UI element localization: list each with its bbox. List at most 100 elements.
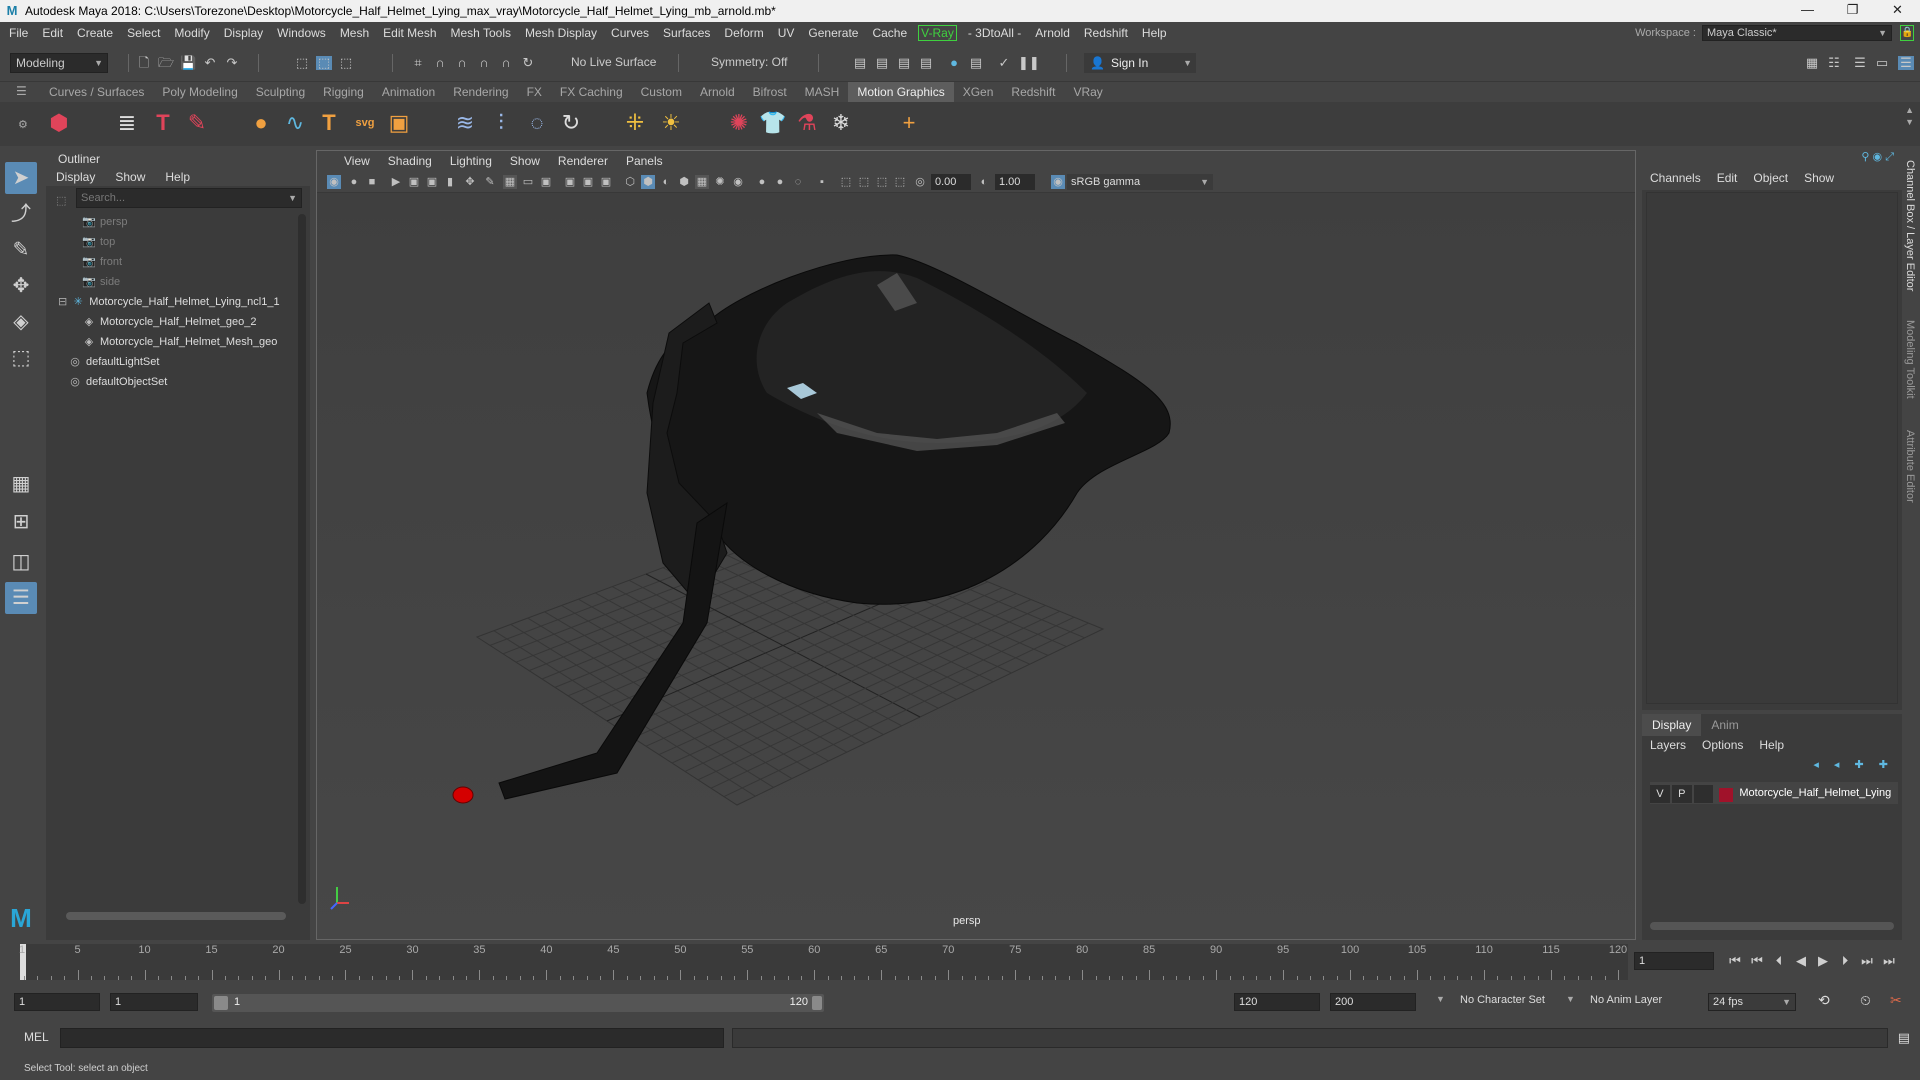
play-forward-icon[interactable]: ▶ bbox=[1814, 952, 1832, 970]
outliner-item-front[interactable]: 📷 front bbox=[46, 252, 310, 272]
layer-menu-options[interactable]: Options bbox=[1694, 736, 1751, 754]
rotate-tool-icon[interactable]: ◈ bbox=[5, 306, 37, 338]
menu-generate[interactable]: Generate bbox=[801, 22, 865, 44]
shelf-tab-mash[interactable]: MASH bbox=[796, 82, 849, 102]
menu-curves[interactable]: Curves bbox=[604, 22, 656, 44]
xray-joints-icon[interactable]: ⬚ bbox=[857, 175, 871, 189]
hypershade-icon[interactable]: ● bbox=[946, 56, 962, 70]
script-editor-icon[interactable]: ▤ bbox=[1898, 1030, 1910, 1046]
play-backward-icon[interactable]: ◀ bbox=[1792, 952, 1810, 970]
color-management-icon[interactable]: ◉ bbox=[1051, 175, 1065, 189]
curve-icon[interactable]: ∿ bbox=[280, 108, 310, 138]
restore-button[interactable]: ❐ bbox=[1830, 0, 1875, 22]
2d-pan-zoom-icon[interactable]: ▣ bbox=[425, 175, 439, 189]
command-language-label[interactable]: MEL bbox=[24, 1030, 49, 1044]
shelf-tab-redshift[interactable]: Redshift bbox=[1002, 82, 1064, 102]
four-view-icon[interactable]: ⊞ bbox=[5, 506, 37, 538]
outliner-item-top[interactable]: 📷 top bbox=[46, 232, 310, 252]
auto-key-icon[interactable]: ⏲ bbox=[1860, 992, 1871, 1009]
symmetry-dropdown[interactable]: Symmetry: Off bbox=[706, 53, 802, 73]
shelf-tab-custom[interactable]: Custom bbox=[632, 82, 691, 102]
single-view-icon[interactable]: ▦ bbox=[5, 468, 37, 500]
outliner-menu-display[interactable]: Display bbox=[46, 168, 105, 186]
select-camera-icon[interactable]: ◉ bbox=[327, 175, 341, 189]
textured-icon[interactable]: ⬢ bbox=[677, 175, 691, 189]
paint-select-icon[interactable]: ✎ bbox=[5, 234, 37, 266]
collapse-icon[interactable]: ⊟ bbox=[58, 296, 67, 308]
viewport-scene[interactable]: persp bbox=[317, 193, 1635, 939]
fps-dropdown[interactable]: 24 fps ▼ bbox=[1708, 993, 1796, 1011]
menu-create[interactable]: Create bbox=[70, 22, 120, 44]
bookmarks-icon[interactable]: ▶ bbox=[389, 175, 403, 189]
shelf-tab-animation[interactable]: Animation bbox=[373, 82, 444, 102]
outliner-horizontal-scrollbar[interactable] bbox=[66, 912, 286, 920]
viewport-menu-lighting[interactable]: Lighting bbox=[441, 151, 501, 171]
close-button[interactable]: ✕ bbox=[1875, 0, 1920, 22]
outliner-item-helmet-geo[interactable]: ◈ Motorcycle_Half_Helmet_geo_2 bbox=[46, 312, 310, 332]
character-set-label[interactable]: No Character Set bbox=[1460, 994, 1545, 1006]
isolate-select-icon[interactable]: ▪ bbox=[815, 175, 829, 189]
shelf-tab-curves-surfaces[interactable]: Curves / Surfaces bbox=[40, 82, 153, 102]
default-material-icon[interactable]: ◐ bbox=[659, 175, 673, 189]
channel-box-menu-edit[interactable]: Edit bbox=[1709, 166, 1746, 190]
image-plane-icon[interactable]: ▣ bbox=[407, 175, 421, 189]
shelf-tab-vray[interactable]: VRay bbox=[1064, 82, 1111, 102]
animation-start-field[interactable]: 1 bbox=[14, 993, 100, 1011]
type-icon[interactable]: T bbox=[148, 108, 178, 138]
screen-space-ao-icon[interactable]: ◉ bbox=[731, 175, 745, 189]
shelf-tab-arnold[interactable]: Arnold bbox=[691, 82, 744, 102]
snap-pivot-icon[interactable]: ↻ bbox=[520, 56, 536, 70]
modeling-toolkit-icon[interactable]: ▦ bbox=[1804, 56, 1820, 70]
chevron-down-icon[interactable]: ▼ bbox=[1436, 994, 1445, 1004]
menu-file[interactable]: File bbox=[2, 22, 35, 44]
use-all-lights-icon[interactable]: ▦ bbox=[695, 175, 709, 189]
save-scene-icon[interactable]: 💾 bbox=[180, 56, 196, 70]
layer-tab-anim[interactable]: Anim bbox=[1701, 714, 1748, 736]
outliner-item-default-light-set[interactable]: ◎ defaultLightSet bbox=[46, 352, 310, 372]
exposure-field[interactable]: 0.00 bbox=[931, 174, 971, 190]
pause-viewport-icon[interactable]: ❚❚ bbox=[1018, 56, 1040, 70]
chevron-down-icon[interactable]: ▼ bbox=[1566, 994, 1575, 1004]
viewport-menu-renderer[interactable]: Renderer bbox=[549, 151, 617, 171]
wireframe-icon[interactable]: ▣ bbox=[599, 175, 613, 189]
shelf-tab-rendering[interactable]: Rendering bbox=[444, 82, 517, 102]
shelf-tab-rigging[interactable]: Rigging bbox=[314, 82, 373, 102]
shelf-tab-motion-graphics[interactable]: Motion Graphics bbox=[848, 82, 954, 102]
step-back-key-icon[interactable]: ⏮ bbox=[1748, 952, 1766, 970]
mash-network-icon[interactable]: ⬢ bbox=[44, 108, 74, 138]
menu-edit[interactable]: Edit bbox=[35, 22, 70, 44]
text-tool-icon[interactable]: T bbox=[314, 108, 344, 138]
spiral-icon[interactable]: ↻ bbox=[556, 108, 586, 138]
range-end-handle[interactable] bbox=[812, 996, 822, 1010]
light-editor-icon[interactable]: ✓ bbox=[996, 56, 1012, 70]
shelf-tab-bifrost[interactable]: Bifrost bbox=[744, 82, 796, 102]
menu-help[interactable]: Help bbox=[1135, 22, 1174, 44]
shelf-menu-icon[interactable]: ☰ bbox=[16, 84, 27, 98]
channel-box-menu-object[interactable]: Object bbox=[1745, 166, 1796, 190]
select-tool-icon[interactable]: ➤ bbox=[5, 162, 37, 194]
minimize-button[interactable]: — bbox=[1785, 0, 1830, 22]
range-start-handle[interactable] bbox=[214, 996, 228, 1010]
command-input[interactable] bbox=[60, 1028, 724, 1048]
outliner-layout-icon[interactable]: ☰ bbox=[5, 582, 37, 614]
grid-toggle-icon[interactable]: ✥ bbox=[463, 175, 477, 189]
layer-editor-scrollbar[interactable] bbox=[1650, 922, 1894, 930]
hair-icon[interactable]: ≋ bbox=[450, 108, 480, 138]
channel-box-toggle-icons[interactable]: ⚲ ◉ ⤢ bbox=[1861, 150, 1894, 164]
viewport-menu-view[interactable]: View bbox=[335, 151, 379, 171]
step-forward-frame-icon[interactable]: ⏵ bbox=[1836, 952, 1854, 970]
menu-set-dropdown[interactable]: Modeling ▼ bbox=[10, 53, 108, 73]
resolution-gate-icon[interactable]: ▦ bbox=[503, 175, 517, 189]
outliner-search-input[interactable]: Search... ▼ bbox=[76, 188, 302, 208]
viewport-menu-show[interactable]: Show bbox=[501, 151, 549, 171]
menu-windows[interactable]: Windows bbox=[270, 22, 333, 44]
current-frame-field[interactable]: 1 bbox=[1634, 952, 1714, 970]
menu-mesh-tools[interactable]: Mesh Tools bbox=[444, 22, 518, 44]
new-scene-icon[interactable]: 🗋 bbox=[136, 56, 152, 70]
snowflake-icon[interactable]: ❄ bbox=[826, 108, 856, 138]
outliner-menu-help[interactable]: Help bbox=[155, 168, 200, 186]
go-to-end-icon[interactable]: ⏭ bbox=[1880, 952, 1898, 970]
anti-aliasing-icon[interactable]: ● bbox=[773, 175, 787, 189]
motion-blur-icon[interactable]: ● bbox=[755, 175, 769, 189]
brush-icon[interactable]: ✎ bbox=[182, 108, 212, 138]
